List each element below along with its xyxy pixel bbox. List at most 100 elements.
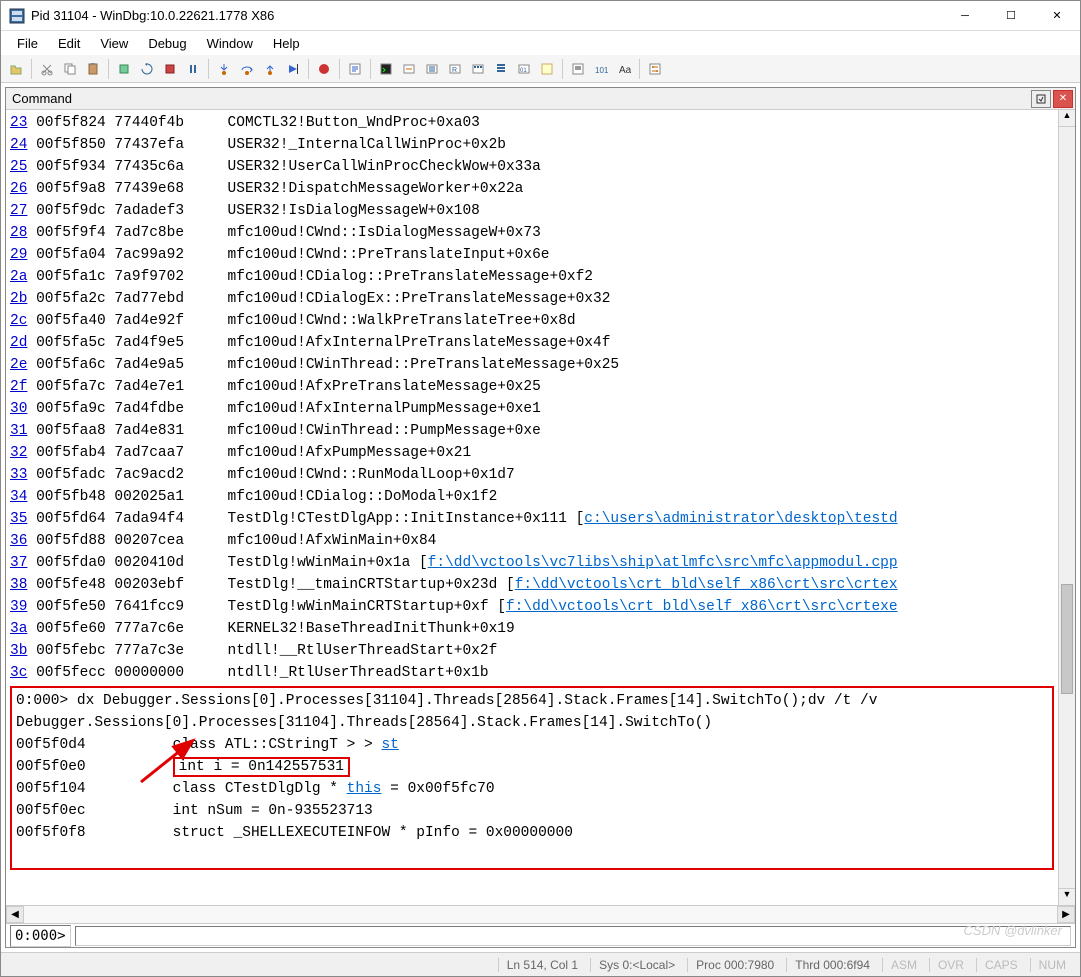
statusbar: Ln 514, Col 1 Sys 0:<Local> Proc 000:798…: [1, 952, 1080, 976]
variable-link[interactable]: this: [347, 781, 382, 797]
memory-window-icon[interactable]: [467, 58, 489, 80]
frame-link[interactable]: 34: [10, 489, 27, 505]
cut-icon[interactable]: [36, 58, 58, 80]
callstack-window-icon[interactable]: [490, 58, 512, 80]
frame-link[interactable]: 38: [10, 577, 27, 593]
paste-icon[interactable]: [82, 58, 104, 80]
stack-frame-row: 2a 00f5fa1c 7a9f9702 mfc100ud!CDialog::P…: [10, 266, 1054, 288]
horizontal-scrollbar[interactable]: ◀ ▶: [6, 905, 1075, 923]
stack-frame-row: 35 00f5fd64 7ada94f4 TestDlg!CTestDlgApp…: [10, 508, 1054, 530]
registers-window-icon[interactable]: R: [444, 58, 466, 80]
frame-link[interactable]: 2d: [10, 335, 27, 351]
source-path-link[interactable]: c:\users\administrator\desktop\testd: [584, 511, 897, 527]
source-path-link[interactable]: f:\dd\vctools\crt_bld\self_x86\crt\src\c…: [515, 577, 898, 593]
command-dock-icon[interactable]: [1031, 90, 1051, 108]
source-window-icon[interactable]: [567, 58, 589, 80]
scroll-up-icon[interactable]: ▲: [1059, 110, 1075, 127]
frame-link[interactable]: 32: [10, 445, 27, 461]
go-icon[interactable]: [113, 58, 135, 80]
step-over-icon[interactable]: [236, 58, 258, 80]
frame-link[interactable]: 27: [10, 203, 27, 219]
frame-link[interactable]: 3c: [10, 665, 27, 681]
menu-edit[interactable]: Edit: [48, 33, 90, 54]
disasm-window-icon[interactable]: 01: [513, 58, 535, 80]
stack-frame-row: 33 00f5fadc 7ac9acd2 mfc100ud!CWnd::RunM…: [10, 464, 1054, 486]
menu-help[interactable]: Help: [263, 33, 310, 54]
app-icon: [9, 8, 25, 24]
minimize-button[interactable]: ─: [942, 1, 988, 30]
stack-frame-row: 36 00f5fd88 00207cea mfc100ud!AfxWinMain…: [10, 530, 1054, 552]
frame-link[interactable]: 2f: [10, 379, 27, 395]
frame-link[interactable]: 33: [10, 467, 27, 483]
stack-frame-row: 32 00f5fab4 7ad7caa7 mfc100ud!AfxPumpMes…: [10, 442, 1054, 464]
frame-link[interactable]: 29: [10, 247, 27, 263]
binary-mode-icon[interactable]: 101: [590, 58, 612, 80]
close-button[interactable]: ✕: [1034, 1, 1080, 30]
frame-link[interactable]: 26: [10, 181, 27, 197]
status-sys: Sys 0:<Local>: [590, 958, 683, 972]
frame-link[interactable]: 3a: [10, 621, 27, 637]
command-close-icon[interactable]: ✕: [1053, 90, 1073, 108]
source-path-link[interactable]: f:\dd\vctools\crt_bld\self_x86\crt\src\c…: [506, 599, 898, 615]
main-window: Pid 31104 - WinDbg:10.0.22621.1778 X86 ─…: [0, 0, 1081, 977]
frame-link[interactable]: 2b: [10, 291, 27, 307]
run-to-cursor-icon[interactable]: [282, 58, 304, 80]
locals-window-icon[interactable]: [421, 58, 443, 80]
frame-link[interactable]: 28: [10, 225, 27, 241]
status-thrd: Thrd 000:6f94: [786, 958, 878, 972]
scroll-down-icon[interactable]: ▼: [1059, 888, 1075, 905]
break-icon[interactable]: [182, 58, 204, 80]
font-icon[interactable]: Aa: [613, 58, 635, 80]
menu-window[interactable]: Window: [197, 33, 263, 54]
scroll-thumb[interactable]: [1061, 584, 1073, 694]
menu-debug[interactable]: Debug: [138, 33, 196, 54]
frame-link[interactable]: 2c: [10, 313, 27, 329]
status-num: NUM: [1030, 958, 1074, 972]
vertical-scrollbar[interactable]: ▲ ▼: [1058, 110, 1075, 905]
stack-frame-row: 2e 00f5fa6c 7ad4e9a5 mfc100ud!CWinThread…: [10, 354, 1054, 376]
frame-link[interactable]: 2e: [10, 357, 27, 373]
maximize-button[interactable]: ☐: [988, 1, 1034, 30]
copy-icon[interactable]: [59, 58, 81, 80]
stack-frame-row: 29 00f5fa04 7ac99a92 mfc100ud!CWnd::PreT…: [10, 244, 1054, 266]
scroll-right-icon[interactable]: ▶: [1057, 906, 1075, 923]
watch-window-icon[interactable]: [398, 58, 420, 80]
frame-link[interactable]: 3b: [10, 643, 27, 659]
locals-highlight-box: 0:000> dx Debugger.Sessions[0].Processes…: [10, 686, 1054, 870]
frame-link[interactable]: 31: [10, 423, 27, 439]
svg-text:Aa: Aa: [619, 65, 631, 76]
scroll-left-icon[interactable]: ◀: [6, 906, 24, 923]
open-icon[interactable]: [5, 58, 27, 80]
command-input[interactable]: [75, 926, 1071, 946]
stack-frame-row: 2d 00f5fa5c 7ad4f9e5 mfc100ud!AfxInterna…: [10, 332, 1054, 354]
restart-icon[interactable]: [136, 58, 158, 80]
command-window-icon[interactable]: [375, 58, 397, 80]
frame-link[interactable]: 25: [10, 159, 27, 175]
frame-link[interactable]: 35: [10, 511, 27, 527]
frame-link[interactable]: 23: [10, 115, 27, 131]
source-mode-icon[interactable]: [344, 58, 366, 80]
stack-frame-row: 3b 00f5febc 777a7c3e ntdll!__RtlUserThre…: [10, 640, 1054, 662]
frame-link[interactable]: 2a: [10, 269, 27, 285]
frame-link[interactable]: 39: [10, 599, 27, 615]
stack-frame-row: 2b 00f5fa2c 7ad77ebd mfc100ud!CDialogEx:…: [10, 288, 1054, 310]
variable-link[interactable]: st: [381, 737, 398, 753]
step-out-icon[interactable]: [259, 58, 281, 80]
frame-link[interactable]: 36: [10, 533, 27, 549]
frame-link[interactable]: 37: [10, 555, 27, 571]
menu-file[interactable]: File: [7, 33, 48, 54]
stack-frame-row: 23 00f5f824 77440f4b COMCTL32!Button_Wnd…: [10, 112, 1054, 134]
scratch-pad-icon[interactable]: [536, 58, 558, 80]
menu-view[interactable]: View: [90, 33, 138, 54]
breakpoint-icon[interactable]: [313, 58, 335, 80]
stop-debug-icon[interactable]: [159, 58, 181, 80]
titlebar: Pid 31104 - WinDbg:10.0.22621.1778 X86 ─…: [1, 1, 1080, 31]
step-into-icon[interactable]: [213, 58, 235, 80]
source-path-link[interactable]: f:\dd\vctools\vc7libs\ship\atlmfc\src\mf…: [428, 555, 898, 571]
frame-link[interactable]: 24: [10, 137, 27, 153]
status-ln-col: Ln 514, Col 1: [498, 958, 586, 972]
frame-link[interactable]: 30: [10, 401, 27, 417]
command-output[interactable]: 23 00f5f824 77440f4b COMCTL32!Button_Wnd…: [6, 110, 1058, 905]
options-icon[interactable]: [644, 58, 666, 80]
status-proc: Proc 000:7980: [687, 958, 782, 972]
